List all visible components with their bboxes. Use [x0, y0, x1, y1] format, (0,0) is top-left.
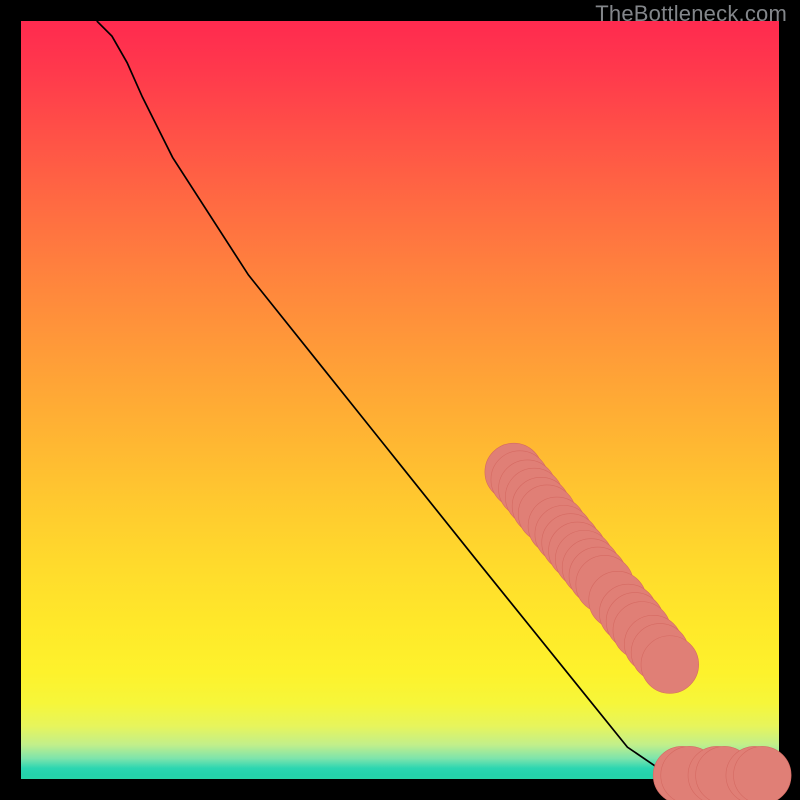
watermark-text: TheBottleneck.com: [595, 1, 787, 27]
chart-svg: [21, 21, 779, 779]
chart-frame: TheBottleneck.com: [0, 0, 800, 800]
data-marker: [641, 636, 699, 694]
data-markers: [485, 443, 791, 800]
data-marker: [734, 746, 792, 800]
